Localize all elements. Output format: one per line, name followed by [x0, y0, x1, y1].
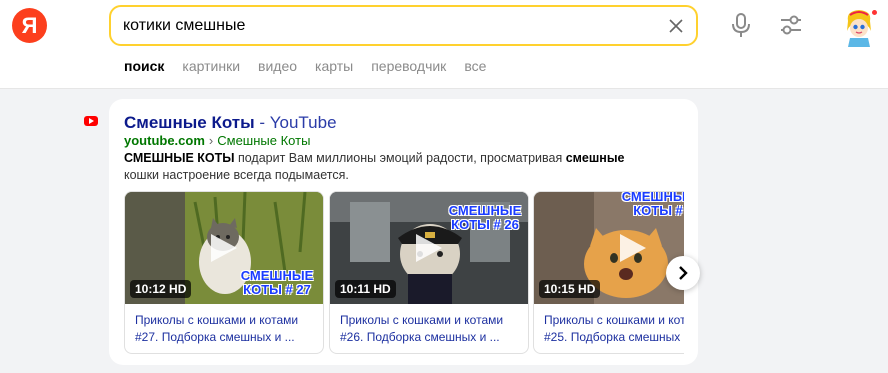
video-duration: 10:11 HD [335, 280, 396, 298]
play-icon [211, 234, 237, 262]
url-breadcrumb-arrow: › [208, 133, 214, 148]
video-duration: 10:12 HD [130, 280, 192, 298]
result-snippet: СМЕШНЫЕ КОТЫ подарит Вам миллионы эмоций… [124, 150, 654, 184]
video-thumbnail: СМЕШНЫЕ КОТЫ # 27 10:12 HD [125, 192, 323, 304]
search-tabs: поиск картинки видео карты переводчик вс… [124, 58, 486, 74]
overlay-line-1: СМЕШНЫЕ [448, 203, 522, 218]
overlay-line-2: КОТЫ # 26 [451, 217, 519, 232]
overlay-line-1: СМЕШНЫЕ [240, 268, 314, 283]
voice-search-button[interactable] [729, 12, 753, 38]
search-settings-button[interactable] [779, 14, 803, 36]
tab-translator[interactable]: переводчик [371, 58, 446, 74]
search-result-card: Смешные Коты - YouTube youtube.com › Смешн… [109, 99, 698, 365]
url-path-link[interactable]: Смешные Коты [217, 133, 310, 148]
yandex-logo[interactable]: Я [12, 8, 47, 43]
header: Я котики смешные поиск картинки видео ка… [0, 0, 888, 89]
filter-icon [781, 15, 801, 35]
play-icon [620, 234, 646, 262]
thumbnail-overlay-text: СМЕШНЫЕ КОТЫ # 26 [442, 204, 528, 232]
video-thumbnail: СМЕШНЫЕ КОТЫ # 10:15 HD [534, 192, 684, 304]
result-title[interactable]: Смешные Коты - YouTube [124, 113, 337, 133]
video-card[interactable]: СМЕШНЫЕ КОТЫ # 26 10:11 HD Приколы с кош… [329, 191, 529, 354]
chevron-right-icon [679, 266, 688, 280]
result-title-source: YouTube [269, 113, 337, 132]
result-title-main: Смешные Коты [124, 113, 255, 132]
clear-icon [669, 19, 683, 33]
overlay-line-2: КОТЫ # [633, 203, 683, 218]
search-input[interactable] [123, 15, 663, 37]
video-caption: Приколы с кошками и котами #26. Подборка… [340, 313, 504, 344]
video-carousel: СМЕШНЫЕ КОТЫ # 27 10:12 HD Приколы с кош… [124, 191, 684, 354]
overlay-line-2: КОТЫ # 27 [243, 282, 311, 297]
user-avatar[interactable] [840, 7, 878, 47]
video-caption: Приколы с кошками и котами #25. Подборка… [544, 313, 684, 344]
snippet-bold-1: СМЕШНЫЕ КОТЫ [124, 151, 235, 165]
search-box [109, 5, 698, 46]
result-title-separator: - [254, 113, 270, 132]
video-card[interactable]: СМЕШНЫЕ КОТЫ # 27 10:12 HD Приколы с кош… [124, 191, 324, 354]
video-thumbnail: СМЕШНЫЕ КОТЫ # 26 10:11 HD [330, 192, 528, 304]
result-url: youtube.com › Смешные Коты [124, 133, 310, 148]
tab-maps[interactable]: карты [315, 58, 353, 74]
video-card[interactable]: СМЕШНЫЕ КОТЫ # 10:15 HD Приколы с кошкам… [533, 191, 684, 354]
thumbnail-overlay-text: СМЕШНЫЕ КОТЫ # [618, 192, 684, 218]
snippet-text-1: подарит Вам миллионы эмоций радости, про… [234, 151, 566, 165]
microphone-icon [732, 13, 750, 37]
thumbnail-overlay-text: СМЕШНЫЕ КОТЫ # 27 [229, 268, 323, 297]
clear-search-button[interactable] [666, 16, 686, 36]
tab-video[interactable]: видео [258, 58, 297, 74]
video-duration: 10:15 HD [539, 280, 601, 298]
tab-all[interactable]: все [464, 58, 486, 74]
notification-dot [871, 9, 878, 16]
snippet-text-2: кошки настроение всегда подымается. [124, 168, 349, 182]
url-domain-link[interactable]: youtube.com [124, 133, 205, 148]
carousel-next-button[interactable] [666, 256, 700, 290]
tab-images[interactable]: картинки [182, 58, 240, 74]
video-caption: Приколы с кошками и котами #27. Подборка… [135, 313, 299, 344]
tab-search[interactable]: поиск [124, 58, 164, 74]
snippet-bold-2: смешные [565, 151, 625, 165]
play-icon [416, 234, 442, 262]
youtube-favicon-icon [84, 116, 98, 126]
